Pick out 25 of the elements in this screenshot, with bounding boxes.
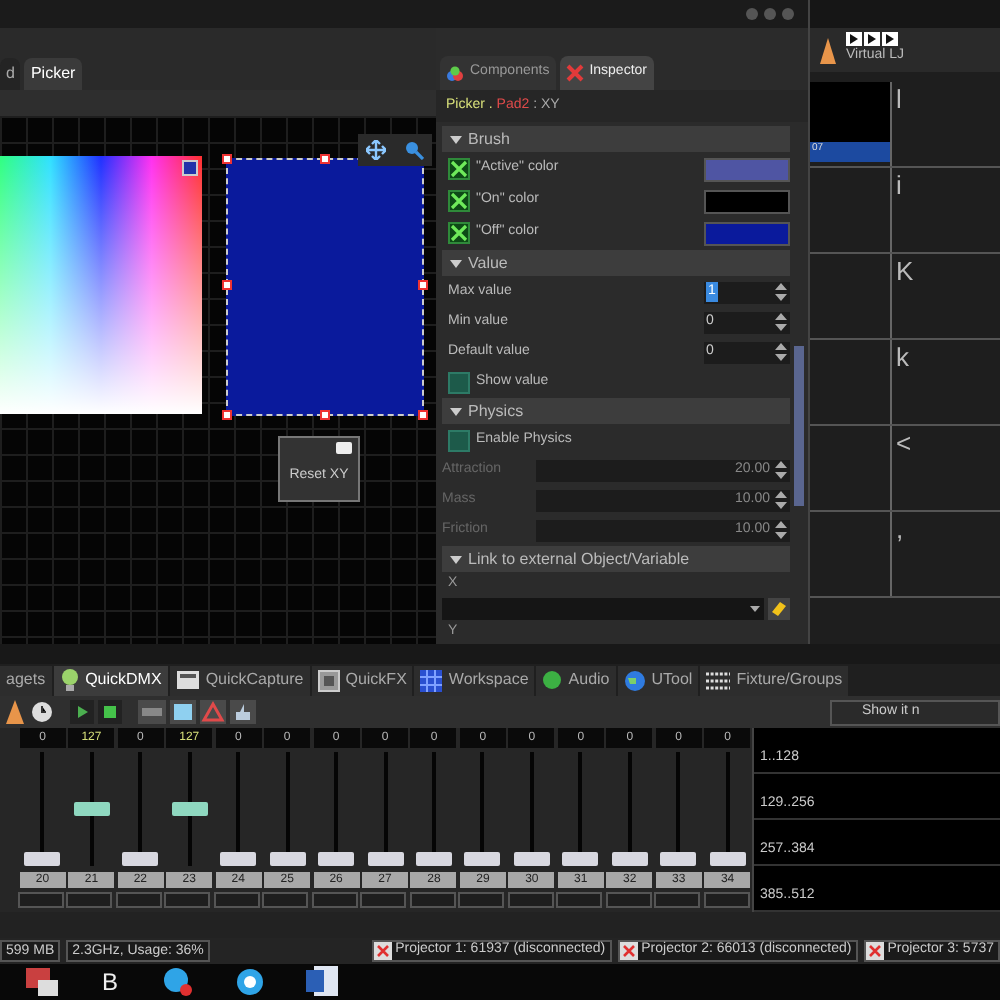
section-header[interactable]: Link to external Object/Variable bbox=[442, 546, 790, 572]
dock-tab[interactable]: Audio bbox=[536, 665, 616, 696]
dock-tab[interactable]: QuickFX bbox=[311, 665, 413, 696]
dock-tab[interactable]: Workspace bbox=[414, 665, 535, 696]
key-label[interactable]: l bbox=[892, 82, 902, 166]
editor-tab[interactable]: Picker bbox=[24, 58, 82, 90]
key-label[interactable]: , bbox=[892, 512, 904, 596]
dock-tab[interactable]: QuickDMX bbox=[53, 665, 168, 696]
key-label[interactable]: k bbox=[892, 340, 909, 424]
key-label[interactable]: < bbox=[892, 426, 912, 510]
key-label[interactable]: K bbox=[892, 254, 914, 338]
taskbar-app[interactable]: B bbox=[98, 963, 123, 1000]
section-title: Value bbox=[468, 251, 508, 275]
section-title: Physics bbox=[468, 399, 524, 423]
section-header[interactable]: Value bbox=[442, 250, 790, 276]
section-header[interactable]: Physics bbox=[442, 398, 790, 424]
dock-tab[interactable]: agets bbox=[0, 665, 52, 696]
dock-tab[interactable]: UTool bbox=[617, 665, 699, 696]
section-header[interactable]: Brush bbox=[442, 126, 790, 152]
key-label[interactable]: i bbox=[892, 168, 902, 252]
dock-tab[interactable]: Fixture/Groups bbox=[700, 665, 849, 696]
dock-tab[interactable]: QuickCapture bbox=[169, 665, 310, 696]
section-title: Brush bbox=[468, 127, 510, 151]
section-title: Link to external Object/Variable bbox=[468, 547, 690, 571]
editor-tab[interactable]: d bbox=[0, 58, 21, 90]
